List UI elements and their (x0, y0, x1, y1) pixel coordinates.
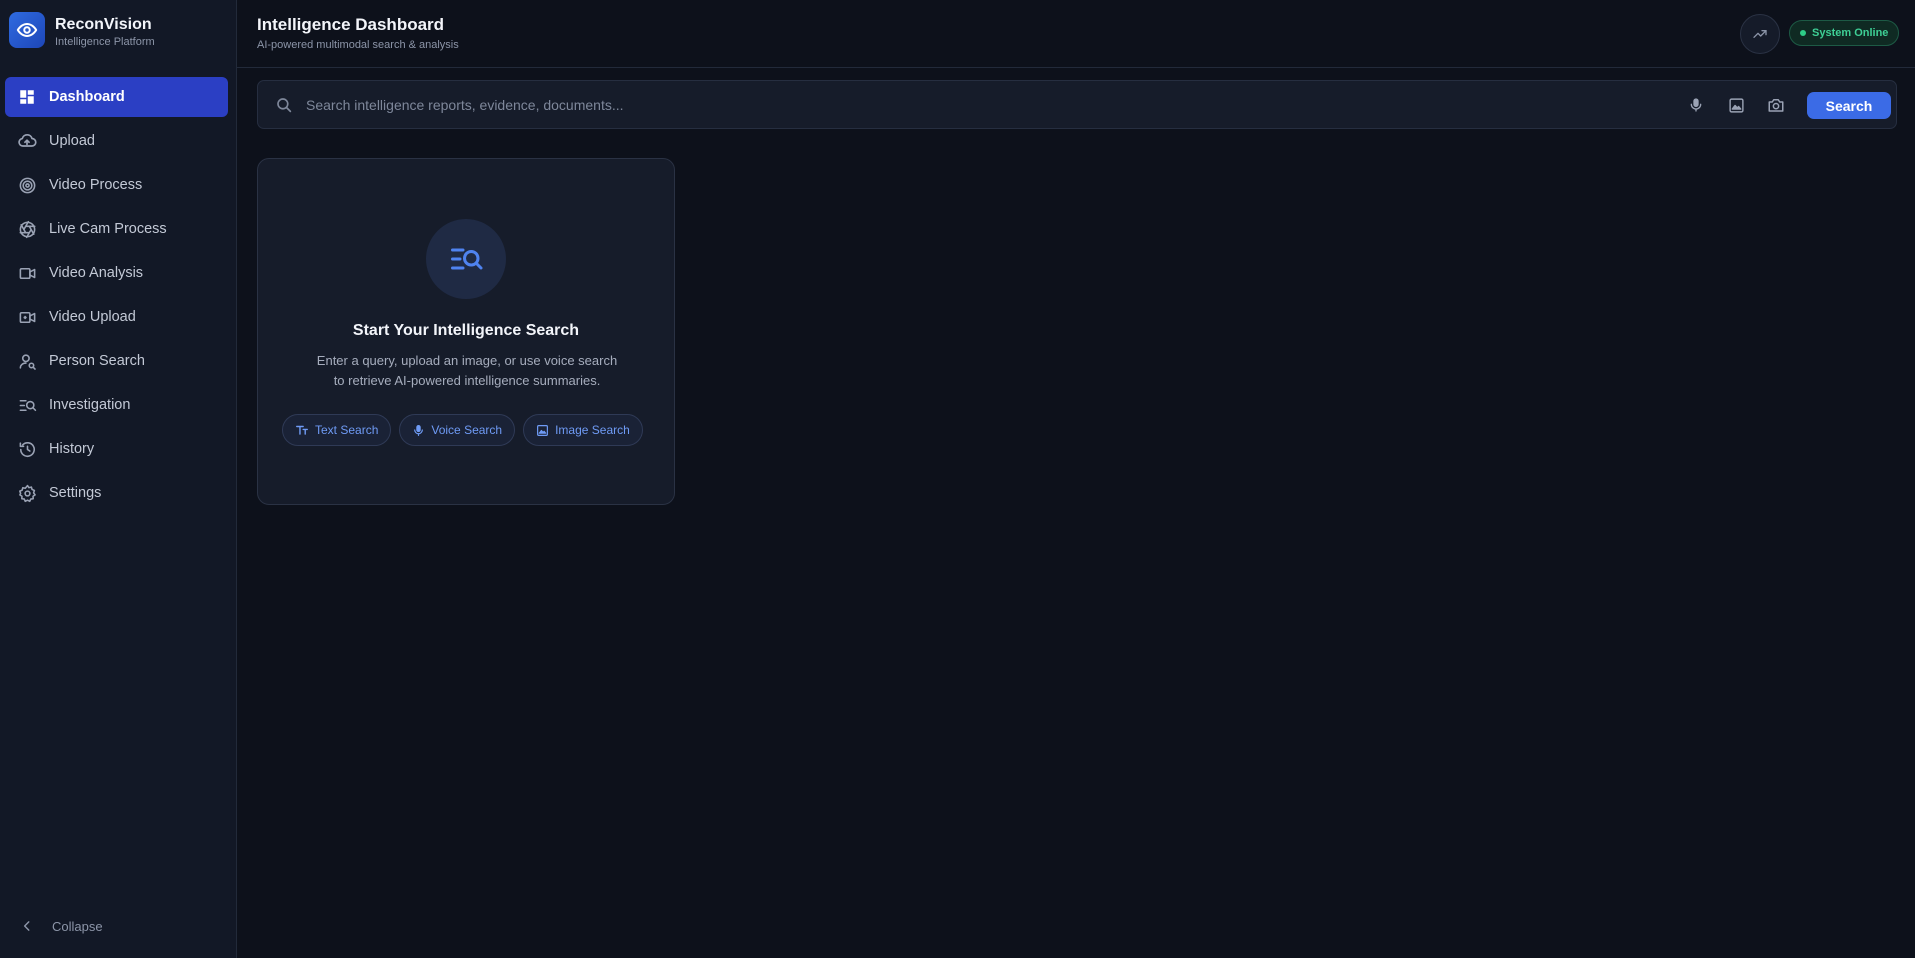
search-icon (275, 96, 293, 114)
chip-label: Image Search (555, 423, 630, 437)
cloud-upload-icon (17, 131, 37, 151)
mic-icon (412, 424, 425, 437)
brand-name: ReconVision (55, 16, 152, 33)
sidebar-item-label: History (49, 441, 95, 457)
dashboard-icon (17, 87, 37, 107)
text-icon (295, 423, 309, 437)
sidebar: ReconVision Intelligence Platform Dashbo… (0, 0, 237, 958)
list-search-icon (426, 219, 506, 299)
search-mode-chips: Text Search Voice Search Image Search (282, 414, 654, 446)
sidebar-item-live-cam-process[interactable]: Live Cam Process (5, 209, 228, 249)
search-button[interactable]: Search (1807, 92, 1891, 119)
aperture-icon (17, 219, 37, 239)
collapse-label: Collapse (52, 918, 103, 934)
card-description: Enter a query, upload an image, or use v… (298, 351, 636, 391)
sidebar-item-label: Dashboard (49, 89, 125, 105)
sidebar-item-video-process[interactable]: Video Process (5, 165, 228, 205)
page-subtitle: AI-powered multimodal search & analysis (257, 39, 459, 51)
sidebar-item-upload[interactable]: Upload (5, 121, 228, 161)
history-icon (17, 439, 37, 459)
status-badge: System Online (1789, 20, 1900, 46)
search-input[interactable] (306, 91, 1606, 119)
sidebar-item-label: Live Cam Process (49, 221, 167, 237)
mic-icon[interactable] (1686, 95, 1706, 115)
gear-icon (17, 483, 37, 503)
chip-label: Text Search (315, 423, 379, 437)
sidebar-item-person-search[interactable]: Person Search (5, 341, 228, 381)
sidebar-item-label: Video Process (49, 177, 143, 193)
sidebar-item-label: Upload (49, 133, 95, 149)
image-search-chip[interactable]: Image Search (523, 414, 643, 446)
sidebar-item-label: Person Search (49, 353, 145, 369)
video-upload-icon (17, 307, 37, 327)
sidebar-item-label: Video Upload (49, 309, 136, 325)
sidebar-item-investigation[interactable]: Investigation (5, 385, 228, 425)
trending-icon (1753, 29, 1767, 38)
target-icon (17, 175, 37, 195)
sidebar-item-video-upload[interactable]: Video Upload (5, 297, 228, 337)
image-icon[interactable] (1726, 95, 1746, 115)
collapse-button[interactable]: Collapse (20, 915, 103, 937)
card-description-line: Enter a query, upload an image, or use v… (316, 353, 618, 368)
chevron-left-icon (20, 919, 36, 933)
top-bar: Intelligence Dashboard AI-powered multim… (237, 0, 1915, 68)
sidebar-item-label: Settings (49, 485, 102, 501)
text-search-chip[interactable]: Text Search (282, 414, 392, 446)
camera-icon[interactable] (1766, 95, 1786, 115)
sidebar-item-settings[interactable]: Settings (5, 473, 228, 513)
voice-search-chip[interactable]: Voice Search (399, 414, 516, 446)
eye-icon (9, 12, 45, 48)
sidebar-item-label: Investigation (49, 397, 131, 413)
sidebar-item-history[interactable]: History (5, 429, 228, 469)
brand-subtitle: Intelligence Platform (55, 36, 155, 48)
search-start-card: Start Your Intelligence Search Enter a q… (257, 158, 675, 505)
sidebar-nav: Dashboard Upload Video Process Live Cam … (5, 77, 228, 517)
status-text: System Online (1812, 27, 1889, 39)
person-search-icon (17, 351, 37, 371)
status-dot (1800, 30, 1806, 36)
image-icon (536, 424, 549, 437)
sidebar-item-label: Video Analysis (49, 265, 144, 281)
card-description-line: to retrieve AI-powered intelligence summ… (333, 373, 601, 388)
brand[interactable]: ReconVision Intelligence Platform (9, 12, 229, 50)
video-camera-icon (17, 263, 37, 283)
chip-label: Voice Search (431, 423, 503, 437)
analytics-button[interactable] (1740, 14, 1780, 54)
card-title: Start Your Intelligence Search (352, 322, 580, 339)
sidebar-item-video-analysis[interactable]: Video Analysis (5, 253, 228, 293)
list-search-icon (17, 395, 37, 415)
search-bar: Search (257, 80, 1897, 129)
page-title: Intelligence Dashboard (257, 15, 445, 34)
sidebar-item-dashboard[interactable]: Dashboard (5, 77, 228, 117)
